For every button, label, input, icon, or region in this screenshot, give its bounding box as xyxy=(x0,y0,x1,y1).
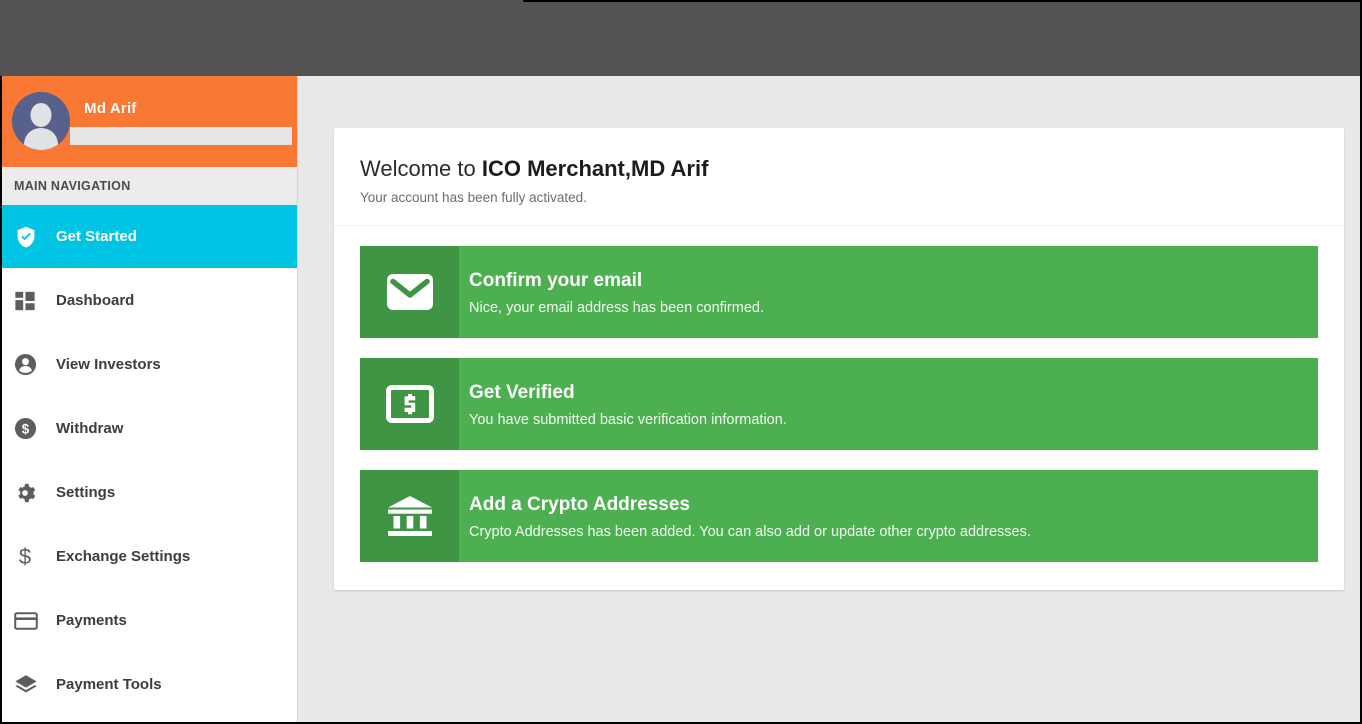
status-row-confirm-email[interactable]: Confirm your email Nice, your email addr… xyxy=(360,246,1318,338)
sidebar-item-withdraw[interactable]: $ Withdraw xyxy=(2,397,297,461)
sidebar-item-label: Exchange Settings xyxy=(48,548,190,565)
page-title: Welcome to ICO Merchant,MD Arif xyxy=(360,156,1318,182)
money-bill-icon xyxy=(360,358,459,450)
nav-section-header: MAIN NAVIGATION xyxy=(2,167,297,205)
status-title: Confirm your email xyxy=(469,269,1298,293)
sidebar-item-view-investors[interactable]: View Investors xyxy=(2,333,297,397)
sidebar-item-label: Dashboard xyxy=(48,292,134,309)
dollar-circle-icon: $ xyxy=(14,417,48,440)
sidebar-user-panel[interactable]: Md Arif xyxy=(2,76,297,167)
status-description: You have submitted basic verification in… xyxy=(469,412,1298,428)
sidebar-item-label: Settings xyxy=(48,484,115,501)
welcome-merchant-name: ICO Merchant,MD Arif xyxy=(482,156,709,181)
user-status-placeholder xyxy=(70,127,292,145)
sidebar-item-label: Withdraw xyxy=(48,420,123,437)
svg-text:$: $ xyxy=(19,545,31,569)
main-content: Welcome to ICO Merchant,MD Arif Your acc… xyxy=(298,76,1362,724)
envelope-icon xyxy=(360,246,459,338)
sidebar: Md Arif MAIN NAVIGATION Get Started xyxy=(2,76,298,724)
sidebar-item-label: Payments xyxy=(48,612,127,629)
welcome-prefix: Welcome to xyxy=(360,156,482,181)
avatar xyxy=(12,92,70,150)
sidebar-item-dashboard[interactable]: Dashboard xyxy=(2,269,297,333)
status-description: Nice, your email address has been confir… xyxy=(469,300,1298,316)
status-text: Confirm your email Nice, your email addr… xyxy=(459,246,1318,338)
credit-card-icon xyxy=(14,611,48,631)
page-body: Md Arif MAIN NAVIGATION Get Started xyxy=(0,76,1362,724)
user-name: Md Arif xyxy=(84,100,137,117)
sidebar-item-label: Payment Tools xyxy=(48,676,162,693)
welcome-subtitle: Your account has been fully activated. xyxy=(360,190,1318,205)
status-text: Get Verified You have submitted basic ve… xyxy=(459,358,1318,450)
status-text: Add a Crypto Addresses Crypto Addresses … xyxy=(459,470,1318,562)
gear-icon xyxy=(14,482,48,504)
sidebar-item-exchange-settings[interactable]: $ Exchange Settings xyxy=(2,525,297,589)
sidebar-item-settings[interactable]: Settings xyxy=(2,461,297,525)
card-body: Confirm your email Nice, your email addr… xyxy=(334,226,1344,590)
sidebar-item-get-started[interactable]: Get Started xyxy=(2,205,297,269)
status-row-get-verified[interactable]: Get Verified You have submitted basic ve… xyxy=(360,358,1318,450)
sidebar-nav-list: Get Started Dashboard xyxy=(2,205,297,717)
app-root: Md Arif MAIN NAVIGATION Get Started xyxy=(0,0,1362,724)
dollar-sign-icon: $ xyxy=(14,545,48,569)
shield-check-icon xyxy=(14,225,48,249)
card-header: Welcome to ICO Merchant,MD Arif Your acc… xyxy=(334,128,1344,226)
status-title: Add a Crypto Addresses xyxy=(469,493,1298,517)
user-circle-icon xyxy=(14,353,48,376)
sidebar-item-payment-tools[interactable]: Payment Tools xyxy=(2,653,297,717)
sidebar-item-payments[interactable]: Payments xyxy=(2,589,297,653)
status-row-add-crypto-addresses[interactable]: Add a Crypto Addresses Crypto Addresses … xyxy=(360,470,1318,562)
layers-icon xyxy=(14,674,48,696)
sidebar-item-label: Get Started xyxy=(48,228,137,245)
top-chrome-window-region xyxy=(523,0,1362,76)
bank-icon xyxy=(360,470,459,562)
svg-text:$: $ xyxy=(22,421,30,436)
status-description: Crypto Addresses has been added. You can… xyxy=(469,524,1298,540)
status-title: Get Verified xyxy=(469,381,1298,405)
sidebar-item-label: View Investors xyxy=(48,356,161,373)
get-started-card: Welcome to ICO Merchant,MD Arif Your acc… xyxy=(334,128,1344,590)
dashboard-grid-icon xyxy=(14,290,48,312)
